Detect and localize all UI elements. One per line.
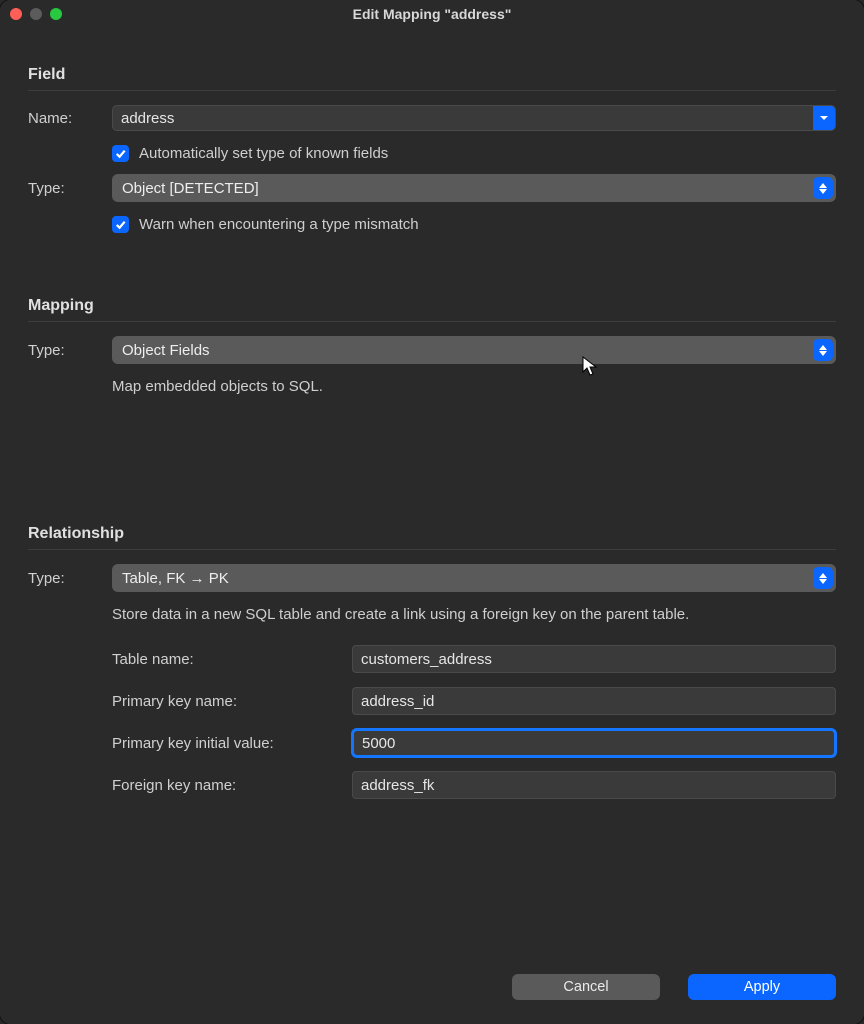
table-name-label: Table name: bbox=[112, 651, 352, 668]
relationship-type-select[interactable]: Table, FK → PK bbox=[112, 564, 836, 592]
foreign-key-name-label: Foreign key name: bbox=[112, 777, 352, 794]
updown-icon[interactable] bbox=[813, 177, 833, 199]
auto-type-checkbox-row[interactable]: Automatically set type of known fields bbox=[112, 145, 836, 162]
titlebar: Edit Mapping "address" bbox=[0, 0, 864, 28]
table-row: Foreign key name: bbox=[112, 771, 836, 799]
mapping-type-label: Type: bbox=[28, 342, 112, 359]
mapping-description: Map embedded objects to SQL. bbox=[28, 378, 836, 395]
mapping-type-value: Object Fields bbox=[122, 342, 210, 359]
section-heading-relationship: Relationship bbox=[28, 507, 836, 550]
table-row: Primary key name: bbox=[112, 687, 836, 715]
primary-key-initial-label: Primary key initial value: bbox=[112, 735, 352, 752]
warn-type-checkbox-row[interactable]: Warn when encountering a type mismatch bbox=[112, 216, 836, 233]
cancel-button[interactable]: Cancel bbox=[512, 974, 660, 1000]
mapping-type-select[interactable]: Object Fields bbox=[112, 336, 836, 364]
section-heading-mapping: Mapping bbox=[28, 279, 836, 322]
foreign-key-name-input[interactable] bbox=[352, 771, 836, 799]
updown-icon[interactable] bbox=[813, 567, 833, 589]
section-heading-field: Field bbox=[28, 48, 836, 91]
dialog-window: Edit Mapping "address" Field Name: Aut bbox=[0, 0, 864, 1024]
traffic-lights bbox=[10, 8, 62, 20]
dialog-content: Field Name: Automatically set type of kn… bbox=[0, 28, 864, 799]
field-type-label: Type: bbox=[28, 180, 112, 197]
chevron-down-icon[interactable] bbox=[813, 106, 835, 130]
checkbox-checked-icon[interactable] bbox=[112, 216, 129, 233]
table-row: Primary key initial value: bbox=[112, 729, 836, 757]
table-name-input[interactable] bbox=[352, 645, 836, 673]
field-type-select[interactable]: Object [DETECTED] bbox=[112, 174, 836, 202]
name-input[interactable] bbox=[113, 106, 813, 130]
primary-key-initial-input[interactable] bbox=[352, 729, 836, 757]
updown-icon[interactable] bbox=[813, 339, 833, 361]
relationship-type-value: Table, FK → PK bbox=[122, 570, 229, 587]
checkbox-checked-icon[interactable] bbox=[112, 145, 129, 162]
maximize-icon[interactable] bbox=[50, 8, 62, 20]
dialog-footer: Cancel Apply bbox=[512, 974, 836, 1000]
name-input-combo[interactable] bbox=[112, 105, 836, 131]
apply-button[interactable]: Apply bbox=[688, 974, 836, 1000]
auto-type-label: Automatically set type of known fields bbox=[139, 145, 388, 162]
minimize-icon[interactable] bbox=[30, 8, 42, 20]
relationship-description: Store data in a new SQL table and create… bbox=[28, 606, 836, 623]
field-type-value: Object [DETECTED] bbox=[122, 180, 259, 197]
close-icon[interactable] bbox=[10, 8, 22, 20]
warn-type-label: Warn when encountering a type mismatch bbox=[139, 216, 419, 233]
relationship-type-label: Type: bbox=[28, 570, 112, 587]
name-label: Name: bbox=[28, 110, 112, 127]
window-title: Edit Mapping "address" bbox=[0, 6, 864, 22]
table-row: Table name: bbox=[112, 645, 836, 673]
primary-key-name-input[interactable] bbox=[352, 687, 836, 715]
primary-key-name-label: Primary key name: bbox=[112, 693, 352, 710]
